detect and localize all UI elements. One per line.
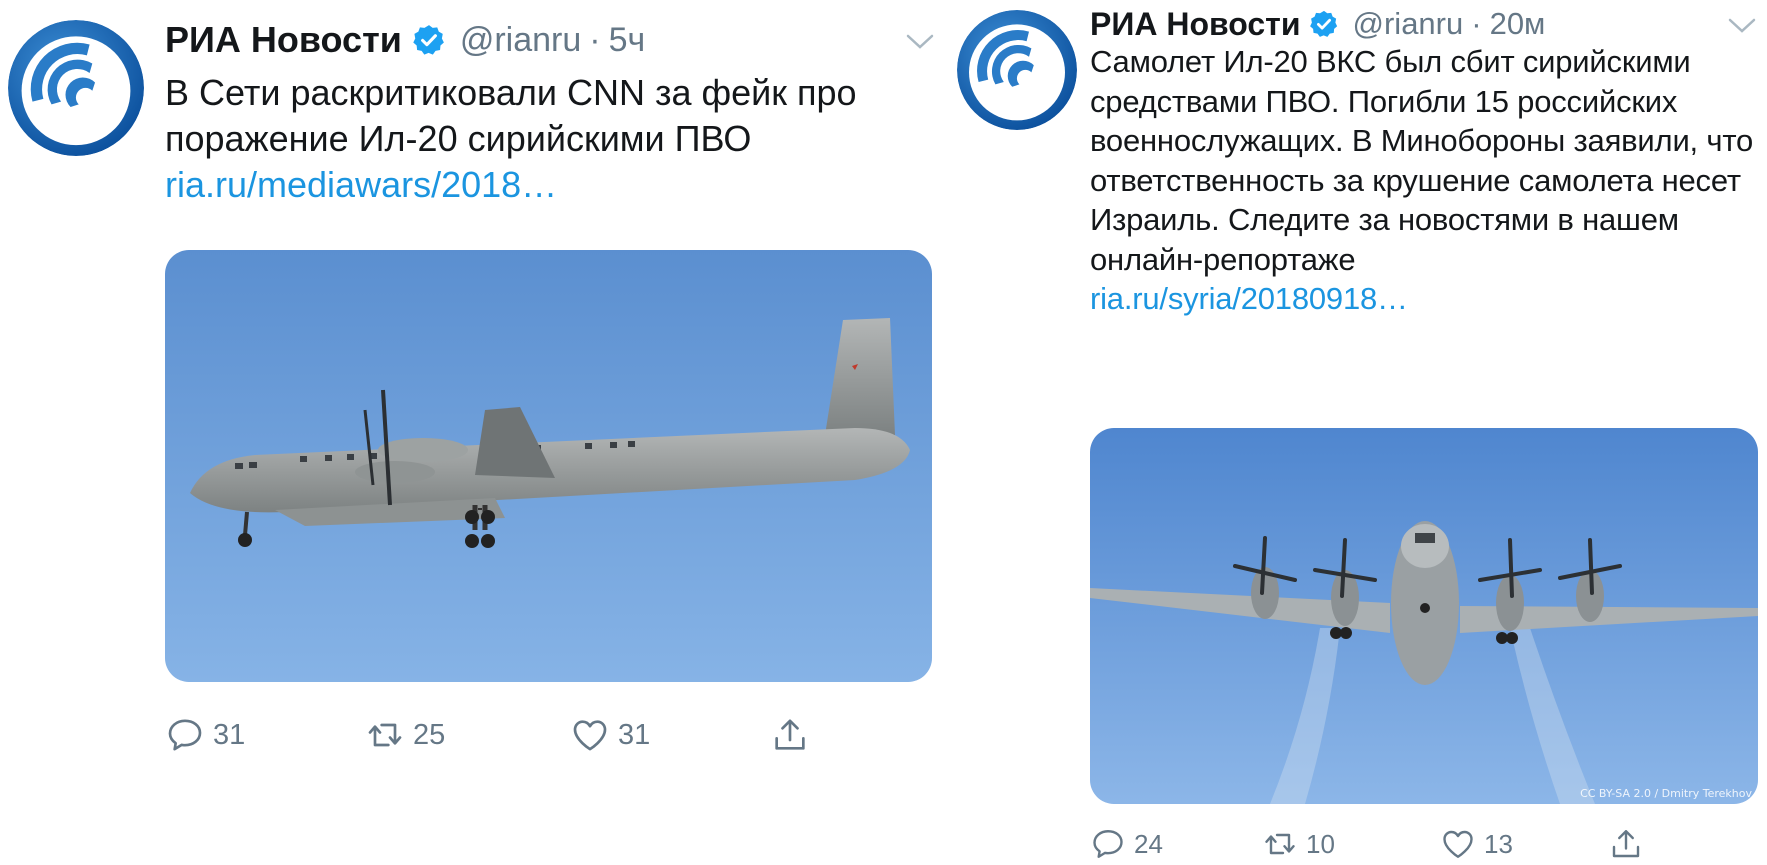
like-button[interactable]: 13 bbox=[1440, 826, 1513, 862]
reply-button[interactable]: 24 bbox=[1090, 826, 1163, 862]
tweet-actions: 24 10 13 bbox=[1090, 824, 1645, 864]
retweet-button[interactable]: 10 bbox=[1262, 826, 1335, 862]
like-icon bbox=[573, 720, 607, 751]
media-credit: CC BY-SA 2.0 / Dmitry Terekhov bbox=[1580, 787, 1752, 800]
separator-dot: · bbox=[1471, 6, 1482, 41]
like-button[interactable]: 31 bbox=[570, 715, 650, 755]
separator-dot: · bbox=[589, 20, 601, 59]
retweet-icon bbox=[1265, 833, 1295, 855]
share-button[interactable] bbox=[770, 715, 810, 755]
timestamp[interactable]: 20м bbox=[1490, 6, 1546, 42]
reply-count: 31 bbox=[213, 718, 246, 751]
tweet-text: В Сети раскритиковали CNN за фейк про по… bbox=[165, 70, 925, 208]
tweet-body: В Сети раскритиковали CNN за фейк про по… bbox=[165, 72, 857, 159]
tweet-link[interactable]: ria.ru/mediawars/2018… bbox=[165, 162, 925, 208]
reply-button[interactable]: 31 bbox=[165, 715, 245, 755]
avatar[interactable] bbox=[957, 10, 1077, 130]
chevron-down-icon[interactable] bbox=[905, 32, 935, 52]
like-icon bbox=[1443, 830, 1473, 858]
verified-icon bbox=[412, 23, 446, 57]
like-count: 13 bbox=[1484, 828, 1513, 859]
share-icon bbox=[1612, 830, 1640, 858]
timestamp[interactable]: 5ч bbox=[609, 21, 646, 60]
tweet-media-image[interactable]: CC BY-SA 2.0 / Dmitry Terekhov bbox=[1090, 428, 1758, 804]
verified-icon bbox=[1309, 9, 1339, 39]
author-name[interactable]: РИА Новости bbox=[165, 19, 402, 61]
like-count: 31 bbox=[618, 718, 651, 751]
chevron-down-icon[interactable] bbox=[1727, 16, 1757, 36]
tweet-header: РИА Новости @rianru · 20м bbox=[1090, 0, 1545, 48]
share-button[interactable] bbox=[1608, 826, 1644, 862]
tweet-media-image[interactable] bbox=[165, 250, 932, 682]
tweet-text: Самолет Ил-20 ВКС был сбит сирийскими ср… bbox=[1090, 42, 1760, 319]
tweet-card[interactable]: РИА Новости @rianru · 20м Самолет Ил-20 … bbox=[940, 0, 1767, 865]
avatar[interactable] bbox=[8, 20, 144, 156]
retweet-count: 25 bbox=[413, 718, 446, 751]
retweet-button[interactable]: 25 bbox=[365, 715, 445, 755]
retweet-icon bbox=[368, 723, 402, 747]
reply-icon bbox=[1093, 830, 1123, 858]
tweet-actions: 31 25 31 bbox=[165, 712, 815, 758]
share-icon bbox=[775, 719, 805, 750]
reply-count: 24 bbox=[1134, 828, 1163, 859]
tweet-header: РИА Новости @rianru · 5ч bbox=[165, 16, 645, 64]
retweet-count: 10 bbox=[1306, 828, 1335, 859]
tweet-link[interactable]: ria.ru/syria/20180918… bbox=[1090, 279, 1760, 319]
tweet-body: Самолет Ил-20 ВКС был сбит сирийскими ср… bbox=[1090, 44, 1754, 277]
author-handle[interactable]: @rianru bbox=[1353, 6, 1464, 42]
author-handle[interactable]: @rianru bbox=[460, 21, 581, 60]
author-name[interactable]: РИА Новости bbox=[1090, 6, 1301, 43]
reply-icon bbox=[168, 719, 202, 751]
tweet-card[interactable]: РИА Новости @rianru · 5ч В Сети раскрити… bbox=[0, 0, 940, 865]
